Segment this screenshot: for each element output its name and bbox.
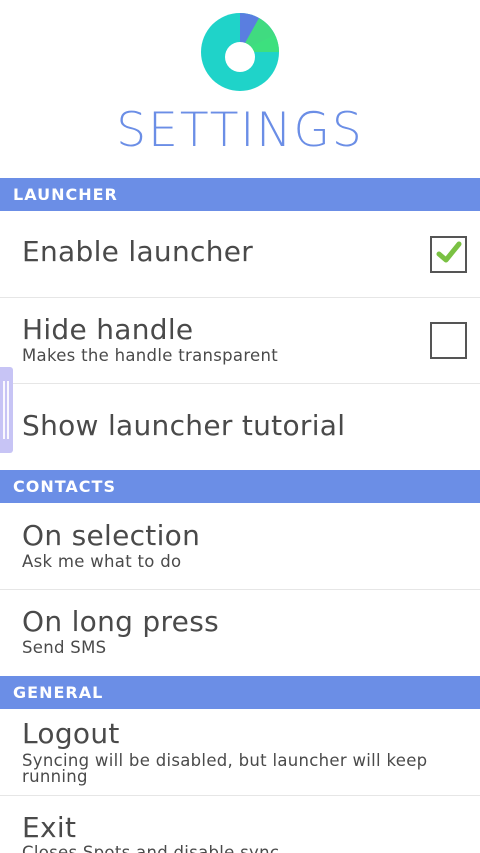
- setting-title: Exit: [22, 811, 77, 844]
- checkmark-icon: [436, 241, 462, 263]
- section-header-launcher: LAUNCHER: [0, 178, 480, 211]
- setting-title: On selection: [22, 519, 201, 552]
- section-header-contacts: CONTACTS: [0, 470, 480, 503]
- hide-handle-checkbox[interactable]: [430, 322, 467, 359]
- setting-title: Enable launcher: [22, 235, 254, 268]
- setting-show-tutorial[interactable]: Show launcher tutorial: [0, 384, 480, 470]
- setting-title: Logout: [22, 717, 120, 750]
- handle-grip-line: [7, 381, 9, 439]
- setting-enable-launcher[interactable]: Enable launcher: [0, 211, 480, 298]
- setting-title: Show launcher tutorial: [22, 409, 346, 442]
- setting-subtitle: Ask me what to do: [22, 552, 182, 571]
- page-title: SETTINGS: [116, 103, 364, 158]
- handle-grip-line: [3, 381, 5, 439]
- setting-logout[interactable]: Logout Syncing will be disabled, but lau…: [0, 709, 480, 796]
- setting-subtitle: Closes Spots and disable sync: [22, 843, 280, 853]
- setting-title: On long press: [22, 605, 219, 638]
- setting-hide-handle[interactable]: Hide handle Makes the handle transparent: [0, 298, 480, 384]
- setting-subtitle: Send SMS: [22, 638, 107, 657]
- spots-logo-icon: [201, 13, 279, 91]
- setting-on-long-press[interactable]: On long press Send SMS: [0, 590, 480, 676]
- section-header-general: GENERAL: [0, 676, 480, 709]
- setting-subtitle: Makes the handle transparent: [22, 346, 279, 365]
- enable-launcher-checkbox[interactable]: [430, 236, 467, 273]
- setting-exit[interactable]: Exit Closes Spots and disable sync: [0, 796, 480, 853]
- setting-subtitle: Syncing will be disabled, but launcher w…: [22, 751, 428, 786]
- launcher-handle[interactable]: [0, 367, 13, 453]
- setting-title: Hide handle: [22, 313, 194, 346]
- setting-on-selection[interactable]: On selection Ask me what to do: [0, 503, 480, 590]
